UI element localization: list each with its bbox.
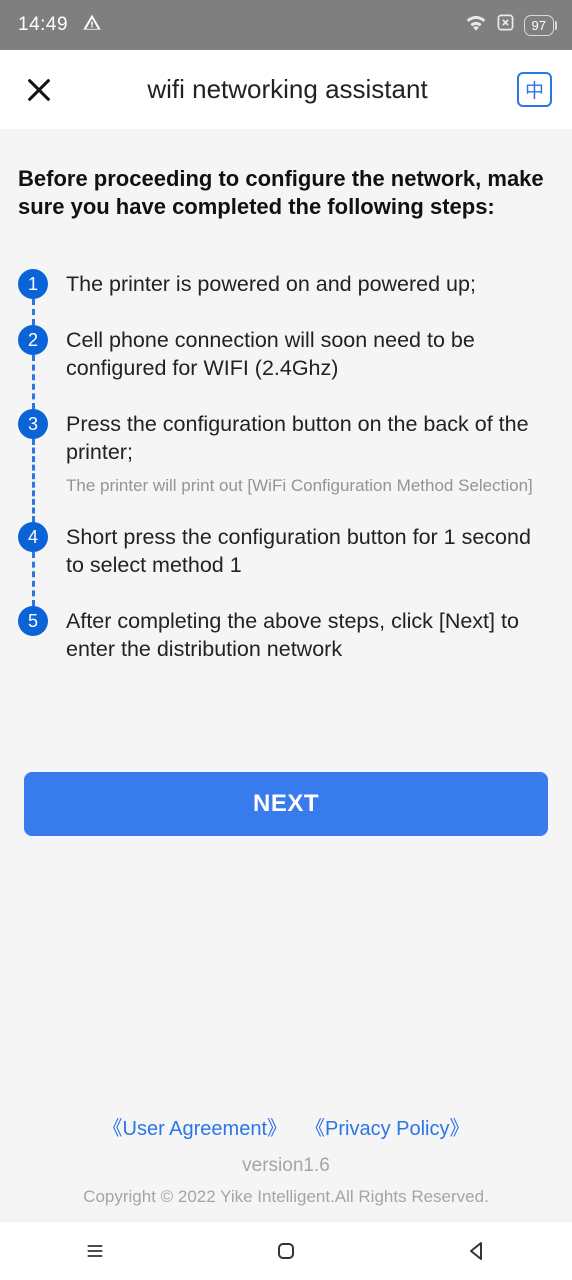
nav-home-button[interactable] xyxy=(268,1233,304,1269)
step-number-badge: 5 xyxy=(18,606,48,636)
wifi-icon xyxy=(465,14,487,37)
step-number-badge: 1 xyxy=(18,269,48,299)
nav-back-button[interactable] xyxy=(459,1233,495,1269)
nav-recent-button[interactable] xyxy=(77,1233,113,1269)
page-title: wifi networking assistant xyxy=(147,74,427,105)
battery-indicator: 97 xyxy=(524,15,554,36)
main-content: Before proceeding to configure the netwo… xyxy=(0,129,572,836)
no-sim-icon xyxy=(497,14,514,37)
language-toggle-button[interactable]: 中 xyxy=(517,72,552,107)
step-item: 3 Press the configuration button on the … xyxy=(18,409,554,522)
step-text: Short press the configuration button for… xyxy=(66,524,554,580)
user-agreement-link[interactable]: 《User Agreement》 xyxy=(103,1112,288,1141)
step-text: Cell phone connection will soon need to … xyxy=(66,327,554,383)
warning-icon xyxy=(82,13,102,38)
step-item: 1 The printer is powered on and powered … xyxy=(18,269,554,325)
close-button[interactable] xyxy=(20,71,58,109)
version-label: version1.6 xyxy=(0,1155,572,1177)
step-text: Press the configuration button on the ba… xyxy=(66,411,554,467)
status-time: 14:49 xyxy=(18,14,68,36)
system-nav-bar xyxy=(0,1221,572,1280)
step-text: After completing the above steps, click … xyxy=(66,608,554,664)
instructions-heading: Before proceeding to configure the netwo… xyxy=(18,165,554,221)
step-item: 2 Cell phone connection will soon need t… xyxy=(18,325,554,409)
copyright-label: Copyright © 2022 Yike Intelligent.All Ri… xyxy=(0,1187,572,1207)
step-subtext: The printer will print out [WiFi Configu… xyxy=(66,475,554,496)
next-button[interactable]: NEXT xyxy=(24,772,548,836)
step-item: 4 Short press the configuration button f… xyxy=(18,522,554,606)
step-text: The printer is powered on and powered up… xyxy=(66,271,554,299)
status-bar: 14:49 97 xyxy=(0,0,572,50)
step-item: 5 After completing the above steps, clic… xyxy=(18,606,554,664)
step-number-badge: 4 xyxy=(18,522,48,552)
privacy-policy-link[interactable]: 《Privacy Policy》 xyxy=(305,1112,469,1141)
battery-level: 97 xyxy=(532,18,546,33)
step-number-badge: 3 xyxy=(18,409,48,439)
steps-list: 1 The printer is powered on and powered … xyxy=(18,269,554,664)
footer: 《User Agreement》 《Privacy Policy》 versio… xyxy=(0,1112,572,1207)
app-header: wifi networking assistant 中 xyxy=(0,50,572,129)
step-number-badge: 2 xyxy=(18,325,48,355)
